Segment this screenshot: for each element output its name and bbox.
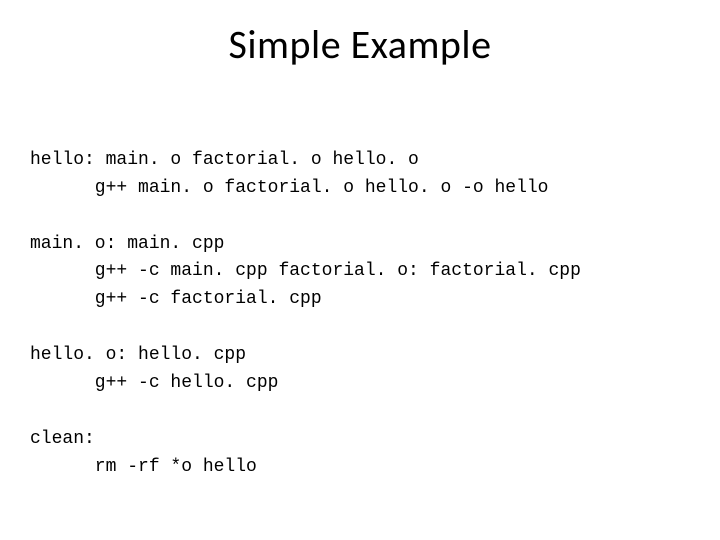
code-line: clean: <box>30 429 95 449</box>
code-line: main. o: main. cpp <box>30 234 224 254</box>
code-block: hello: main. o factorial. o hello. o g++… <box>30 119 690 482</box>
code-line: hello. o: hello. cpp <box>30 345 246 365</box>
code-line: hello: main. o factorial. o hello. o <box>30 150 419 170</box>
code-line: g++ -c main. cpp factorial. o: factorial… <box>30 261 581 281</box>
code-line: g++ -c factorial. cpp <box>30 289 322 309</box>
code-line: rm -rf *o hello <box>30 457 257 477</box>
code-line: g++ main. o factorial. o hello. o -o hel… <box>30 178 548 198</box>
slide: Simple Example hello: main. o factorial.… <box>0 0 720 540</box>
slide-title: Simple Example <box>30 20 690 69</box>
code-line: g++ -c hello. cpp <box>30 373 278 393</box>
